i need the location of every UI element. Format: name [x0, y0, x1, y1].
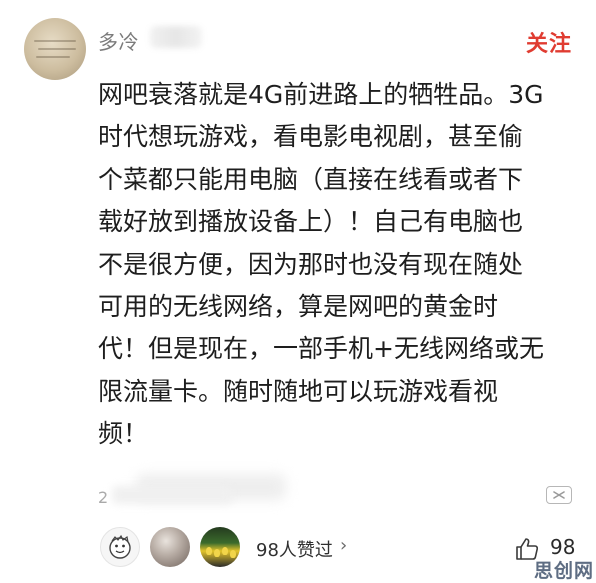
username-blur	[150, 26, 202, 48]
avatar-texture	[214, 549, 220, 557]
likes-summary-link[interactable]: 98人赞过	[256, 536, 333, 562]
user-avatar[interactable]	[24, 18, 86, 80]
comment-line: 可用的无线网络，算是网吧的黄金时	[98, 292, 499, 322]
username[interactable]: 多冷	[98, 26, 139, 55]
liker-avatar[interactable]	[150, 527, 190, 567]
avatar-texture	[36, 56, 70, 58]
comment-line: 限流量卡。随时随地可以玩游戏看视	[98, 376, 499, 406]
comment-line: 个菜都只能用电脑（直接在线看或者下	[98, 164, 524, 194]
comment-line: 不是很方便，因为那时也没有现在随处	[98, 249, 524, 279]
follow-button[interactable]: 关注	[526, 26, 572, 58]
avatar-texture	[206, 547, 212, 555]
avatar-texture	[222, 547, 228, 555]
comment-line: 载好放到播放设备上）！自己有电脑也	[98, 207, 524, 237]
comment-line: 代！但是现在，一部手机+无线网络或无	[98, 334, 544, 364]
avatar-texture	[230, 550, 236, 558]
avatar-texture	[34, 40, 76, 42]
avatar-texture	[38, 48, 76, 50]
liker-avatar[interactable]	[200, 527, 240, 567]
comment-line: 频！	[98, 419, 149, 449]
more-button[interactable]	[546, 486, 572, 504]
more-icon	[553, 491, 565, 499]
comment-line: 时代想玩游戏，看电影电视剧，甚至偷	[98, 122, 524, 152]
comment-text: 网吧衰落就是4G前进路上的牺牲品。3G 时代想玩游戏，看电影电视剧，甚至偷 个菜都只…	[98, 74, 576, 456]
liker-avatar[interactable]	[100, 527, 140, 567]
comment-date: 2	[98, 488, 109, 507]
chevron-right-icon[interactable]: ›	[340, 535, 347, 556]
likers-avatars[interactable]	[100, 526, 250, 568]
comment-line: 网吧衰落就是4G前进路上的牺牲品。3G	[98, 80, 544, 109]
cartoon-face-icon	[109, 534, 131, 559]
watermark: 思创网	[534, 560, 595, 582]
date-blur	[112, 486, 232, 504]
